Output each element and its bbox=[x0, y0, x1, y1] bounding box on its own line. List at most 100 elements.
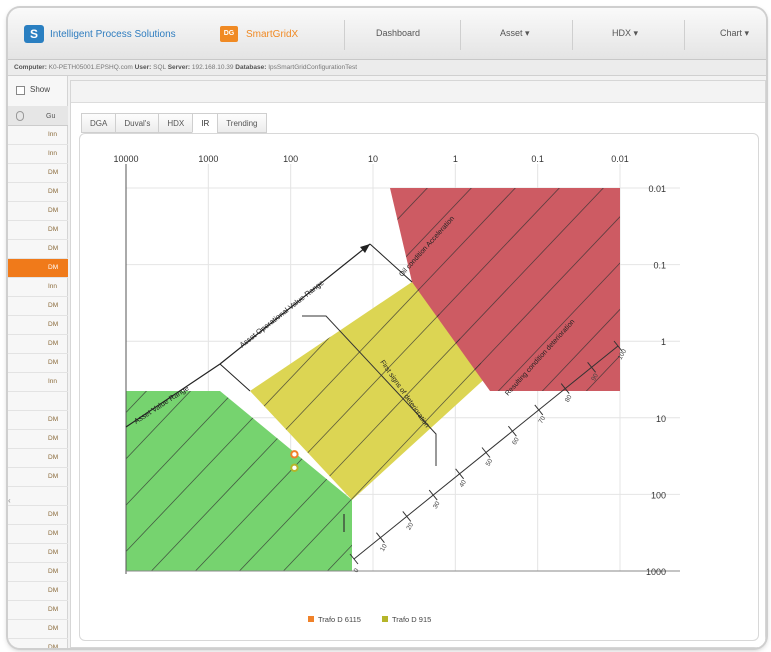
hatch-line bbox=[80, 134, 83, 642]
diagonal-tick-label: 70 bbox=[537, 415, 547, 425]
asset-row[interactable]: DM bbox=[8, 639, 68, 648]
chart-panel: 0 10 20 30 40 50 60 70 80 90 100 Asset Value Range… bbox=[79, 133, 759, 641]
nav-dashboard[interactable]: Dashboard bbox=[376, 28, 420, 38]
tab-duvals[interactable]: Duval's bbox=[115, 113, 159, 133]
nav-divider bbox=[572, 20, 573, 50]
asset-row[interactable]: DM bbox=[8, 468, 68, 487]
diagonal-tick bbox=[376, 532, 385, 544]
x-tick-label: 100 bbox=[283, 154, 298, 164]
database-label: Database: bbox=[235, 64, 267, 71]
asset-row-label: DM bbox=[48, 169, 59, 176]
legend-label[interactable]: Trafo D 6115 bbox=[318, 615, 361, 624]
top-navigation: S Intelligent Process Solutions DG Smart… bbox=[8, 8, 766, 60]
show-checkbox[interactable] bbox=[16, 86, 25, 95]
arrow-head-icon bbox=[360, 244, 370, 253]
company-name: Intelligent Process Solutions bbox=[50, 29, 176, 40]
data-point[interactable] bbox=[290, 463, 299, 473]
asset-row[interactable]: DM bbox=[8, 525, 68, 544]
asset-row[interactable]: DM bbox=[8, 259, 68, 278]
diagonal-tick bbox=[508, 425, 517, 437]
asset-row-label: DM bbox=[48, 606, 59, 613]
nav-asset-menu[interactable]: Asset ▾ bbox=[500, 28, 530, 39]
asset-row-label: DM bbox=[48, 530, 59, 537]
diagonal-tick-label: 40 bbox=[458, 479, 468, 489]
hatch-line bbox=[612, 134, 760, 642]
asset-row[interactable]: DM bbox=[8, 449, 68, 468]
asset-row[interactable]: DM bbox=[8, 240, 68, 259]
asset-row[interactable]: DM bbox=[8, 164, 68, 183]
asset-row-label: DM bbox=[48, 340, 59, 347]
data-point[interactable] bbox=[290, 450, 299, 459]
asset-row[interactable]: DM bbox=[8, 335, 68, 354]
asset-row[interactable]: DM bbox=[8, 183, 68, 202]
asset-row-label: DM bbox=[48, 245, 59, 252]
tab-ir[interactable]: IR bbox=[192, 113, 218, 133]
asset-row[interactable]: DM bbox=[8, 202, 68, 221]
asset-row[interactable]: DM bbox=[8, 601, 68, 620]
diagonal-tick bbox=[402, 511, 412, 522]
asset-row[interactable]: DM bbox=[8, 563, 68, 582]
x-tick-label: 10000 bbox=[113, 154, 138, 164]
asset-row[interactable]: DM bbox=[8, 411, 68, 430]
product-name: SmartGridX bbox=[246, 29, 299, 40]
x-tick-label: 1000 bbox=[198, 154, 218, 164]
asset-row[interactable]: DM bbox=[8, 221, 68, 240]
server-value: 192.168.10.39 bbox=[191, 64, 234, 71]
asset-row-label: Inn bbox=[48, 150, 58, 157]
asset-row[interactable] bbox=[8, 392, 68, 411]
diagonal-tick-label: 50 bbox=[485, 457, 495, 467]
asset-row[interactable]: DM bbox=[8, 582, 68, 601]
tab-hdx[interactable]: HDX bbox=[158, 113, 193, 133]
diagonal-tick-label: 0 bbox=[353, 567, 361, 574]
asset-row[interactable] bbox=[8, 487, 68, 506]
asset-row-label: DM bbox=[48, 321, 59, 328]
asset-row[interactable]: Inn bbox=[8, 373, 68, 392]
user-value: SQL bbox=[153, 64, 166, 71]
y-tick-label: 0.01 bbox=[648, 184, 666, 194]
asset-row[interactable]: DM bbox=[8, 620, 68, 639]
ir-chart: 0102030405060708090100 Asset Value Range… bbox=[80, 134, 760, 642]
asset-row-label: DM bbox=[48, 473, 59, 480]
hatch-line bbox=[700, 134, 760, 642]
legend-swatch bbox=[308, 616, 314, 622]
asset-row-label: DM bbox=[48, 207, 59, 214]
asset-row[interactable]: Inn bbox=[8, 145, 68, 164]
diagonal-tick-label: 30 bbox=[432, 500, 442, 510]
asset-row-label: DM bbox=[48, 359, 59, 366]
server-label: Server: bbox=[167, 64, 191, 71]
asset-row[interactable]: DM bbox=[8, 354, 68, 373]
asset-row[interactable]: DM bbox=[8, 297, 68, 316]
asset-row-label: DM bbox=[48, 454, 59, 461]
range-tick bbox=[219, 363, 251, 392]
hatch-line bbox=[744, 134, 760, 642]
asset-row[interactable]: DM bbox=[8, 544, 68, 563]
hatch-line bbox=[656, 134, 760, 642]
y-tick-label: 1000 bbox=[646, 567, 666, 577]
diagonal-tick-label: 10 bbox=[379, 543, 389, 553]
hatch-line bbox=[612, 134, 760, 642]
asset-row[interactable]: DM bbox=[8, 506, 68, 525]
asset-row[interactable]: DM bbox=[8, 316, 68, 335]
tab-dga[interactable]: DGA bbox=[81, 113, 116, 133]
attachment-icon bbox=[16, 111, 24, 121]
nav-chart-menu[interactable]: Chart ▾ bbox=[720, 28, 749, 39]
product-logo-icon: DG bbox=[220, 26, 238, 42]
hatch-line bbox=[611, 188, 620, 391]
hatch-line bbox=[126, 391, 127, 571]
asset-row[interactable]: DM bbox=[8, 430, 68, 449]
legend-label[interactable]: Trafo D 915 bbox=[392, 615, 431, 624]
hatch-line bbox=[656, 134, 760, 642]
asset-row-label: DM bbox=[48, 188, 59, 195]
tab-trending[interactable]: Trending bbox=[217, 113, 267, 133]
grid-column-header[interactable]: Gu bbox=[46, 113, 55, 120]
asset-row-label: DM bbox=[48, 416, 59, 423]
asset-row-label: DM bbox=[48, 587, 59, 594]
legend-swatch bbox=[382, 616, 388, 622]
asset-row-label: DM bbox=[48, 435, 59, 442]
asset-row[interactable]: Inn bbox=[8, 278, 68, 297]
y-tick-label: 10 bbox=[656, 414, 666, 424]
asset-row[interactable]: Inn bbox=[8, 126, 68, 145]
x-axis-ticks: 10000 1000 100 10 1 0.1 0.01 bbox=[113, 154, 628, 164]
hatch-line bbox=[80, 134, 127, 642]
nav-hdx-menu[interactable]: HDX ▾ bbox=[612, 28, 638, 39]
